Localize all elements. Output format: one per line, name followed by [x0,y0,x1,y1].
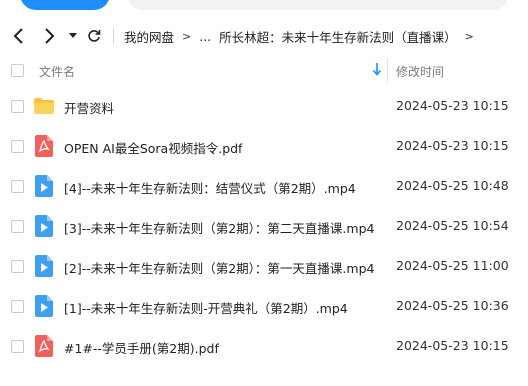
select-all-checkbox[interactable] [11,64,24,77]
file-row[interactable]: #1#--学员手册(第2期).pdf 2024-05-23 10:15 [0,326,528,366]
navigation-bar: 我的网盘 > ... 所长林超：未来十年生存新法则（直播课） > [0,22,528,50]
search-bar[interactable] [128,0,508,10]
file-name[interactable]: [4]--未来十年生存新法则：结营仪式（第2期）.mp4 [64,178,356,197]
file-modified-time: 2024-05-23 10:15 [396,98,509,113]
row-checkbox[interactable] [11,180,24,193]
video-icon [33,175,55,197]
breadcrumb-ellipsis[interactable]: ... [199,29,211,44]
file-modified-time: 2024-05-25 10:54 [396,218,509,233]
back-arrow-icon[interactable] [10,24,28,48]
row-checkbox[interactable] [11,220,24,233]
nav-divider [113,28,114,44]
file-name[interactable]: #1#--学员手册(第2期).pdf [64,338,219,357]
pdf-icon [33,335,55,357]
upload-button[interactable] [20,0,110,10]
file-row[interactable]: 开营资料 2024-05-23 10:15 [0,86,528,126]
breadcrumb-root[interactable]: 我的网盘 [124,27,174,46]
row-checkbox[interactable] [11,340,24,353]
file-name[interactable]: [2]--未来十年生存新法则（第2期）：第一天直播课.mp4 [64,258,374,277]
row-checkbox[interactable] [11,100,24,113]
breadcrumb-current[interactable]: 所长林超：未来十年生存新法则（直播课） [219,27,457,46]
file-row[interactable]: OPEN AI最全Sora视频指令.pdf 2024-05-23 10:15 [0,126,528,166]
file-row[interactable]: [1]--未来十年生存新法则-开营典礼（第2期）.mp4 2024-05-25 … [0,286,528,326]
file-modified-time: 2024-05-23 10:15 [396,138,509,153]
column-divider[interactable] [387,58,388,84]
history-dropdown-icon[interactable] [66,24,80,48]
sort-down-arrow-icon[interactable] [372,62,382,79]
file-modified-time: 2024-05-25 11:00 [396,258,509,273]
file-modified-time: 2024-05-23 10:15 [396,338,509,353]
chevron-right-icon[interactable]: > [465,30,474,43]
file-list-header: 文件名 修改时间 [0,58,528,84]
file-row[interactable]: [2]--未来十年生存新法则（第2期）：第一天直播课.mp4 2024-05-2… [0,246,528,286]
chevron-right-icon: > [182,29,192,43]
breadcrumb: 我的网盘 > ... 所长林超：未来十年生存新法则（直播课） > [124,22,482,50]
row-checkbox[interactable] [11,300,24,313]
column-header-name[interactable]: 文件名 [39,63,75,80]
pdf-icon [33,135,55,157]
row-checkbox[interactable] [11,260,24,273]
refresh-icon[interactable] [86,24,102,48]
file-name[interactable]: 开营资料 [64,98,114,117]
video-icon [33,215,55,237]
row-checkbox[interactable] [11,140,24,153]
file-modified-time: 2024-05-25 10:36 [396,298,509,313]
video-icon [33,295,55,317]
file-row[interactable]: [4]--未来十年生存新法则：结营仪式（第2期）.mp4 2024-05-25 … [0,166,528,206]
file-modified-time: 2024-05-25 10:48 [396,178,509,193]
file-row[interactable]: [3]--未来十年生存新法则（第2期）：第二天直播课.mp4 2024-05-2… [0,206,528,246]
folder-icon [33,95,55,117]
video-icon [33,255,55,277]
forward-arrow-icon[interactable] [40,24,58,48]
column-header-modified[interactable]: 修改时间 [396,63,444,80]
file-name[interactable]: [1]--未来十年生存新法则-开营典礼（第2期）.mp4 [64,298,348,317]
file-name[interactable]: OPEN AI最全Sora视频指令.pdf [64,138,242,157]
file-name[interactable]: [3]--未来十年生存新法则（第2期）：第二天直播课.mp4 [64,218,374,237]
